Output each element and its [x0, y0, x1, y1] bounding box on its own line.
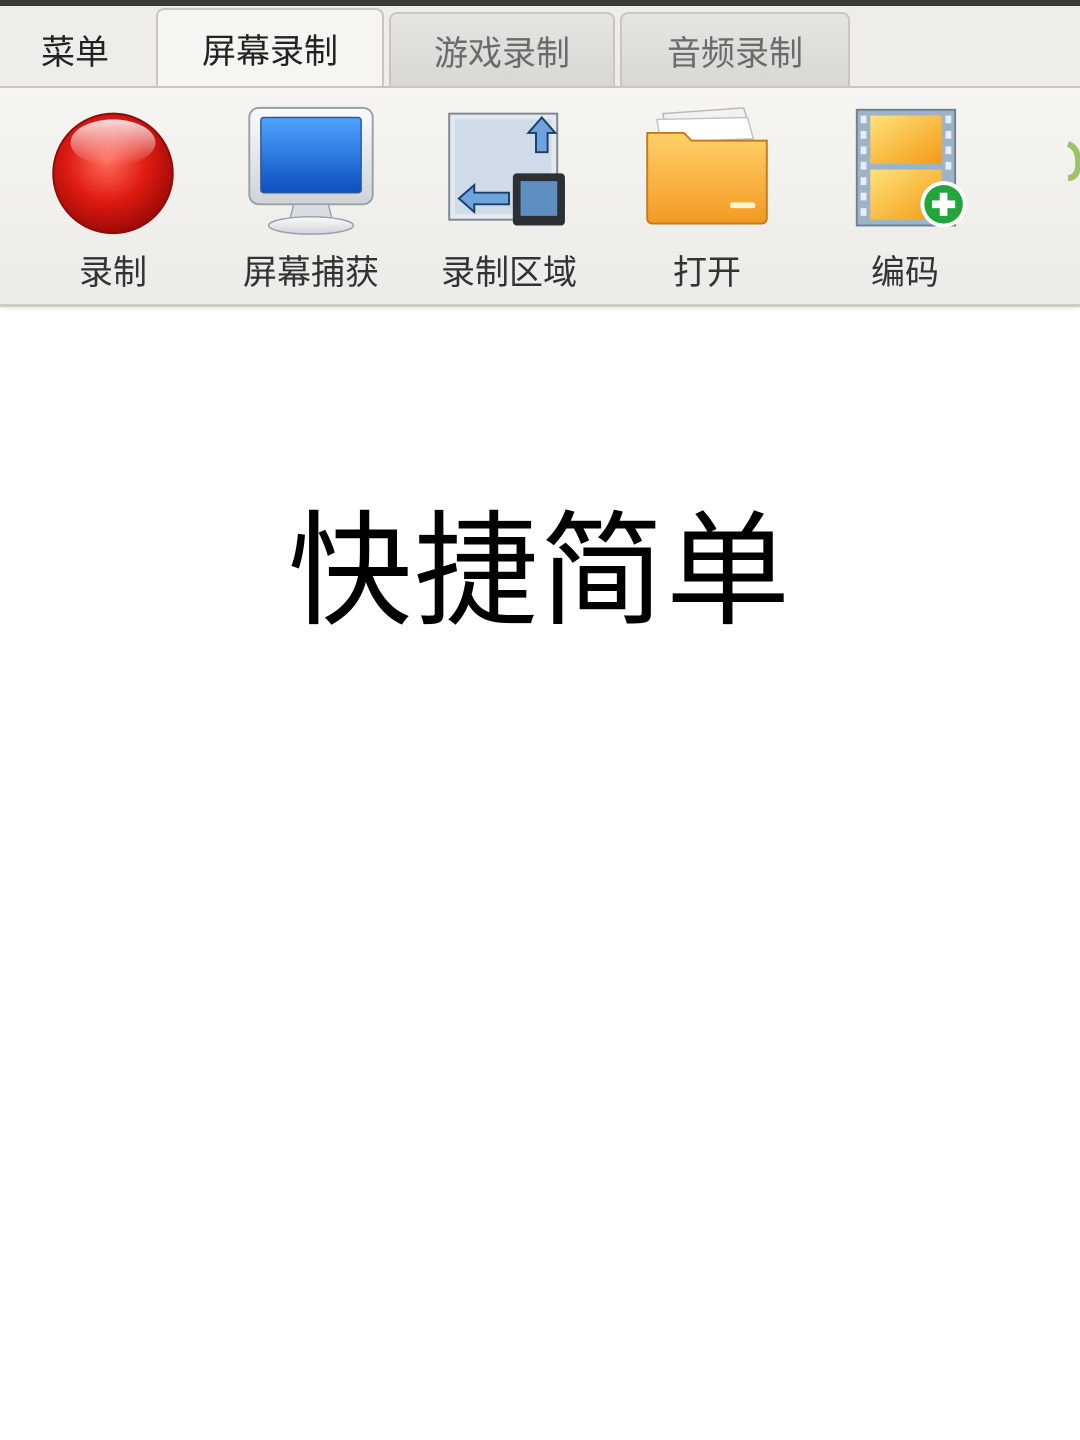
- record-icon: [52, 112, 174, 235]
- open-button[interactable]: 打开: [612, 104, 802, 294]
- film-add-icon: [855, 108, 967, 228]
- folder-icon: [646, 107, 768, 225]
- tab-bar: 菜单 屏幕录制 游戏录制 音频录制: [0, 6, 1080, 88]
- open-label: 打开: [673, 253, 741, 293]
- tab-game-record[interactable]: 游戏录制: [389, 12, 615, 86]
- headline-text: 快捷简单: [287, 500, 792, 644]
- toolbar-overflow-item[interactable]: [1040, 104, 1080, 294]
- screen-capture-label: 屏幕捕获: [243, 253, 379, 293]
- record-label: 录制: [79, 253, 147, 293]
- encode-label: 编码: [871, 253, 939, 293]
- screen-capture-button[interactable]: 屏幕捕获: [216, 104, 406, 294]
- partial-icon: [1066, 141, 1080, 181]
- monitor-icon: [248, 106, 374, 235]
- region-icon: [448, 112, 565, 226]
- record-region-label: 录制区域: [441, 253, 577, 293]
- encode-button[interactable]: 编码: [810, 104, 1000, 294]
- ribbon-toolbar: 录制 屏幕捕获 录制区域 打开 编码: [0, 88, 1080, 307]
- record-button[interactable]: 录制: [18, 104, 208, 294]
- record-region-button[interactable]: 录制区域: [414, 104, 604, 294]
- tab-menu[interactable]: 菜单: [0, 12, 150, 86]
- tab-audio-record[interactable]: 音频录制: [620, 12, 850, 86]
- tab-screen-record[interactable]: 屏幕录制: [156, 8, 384, 86]
